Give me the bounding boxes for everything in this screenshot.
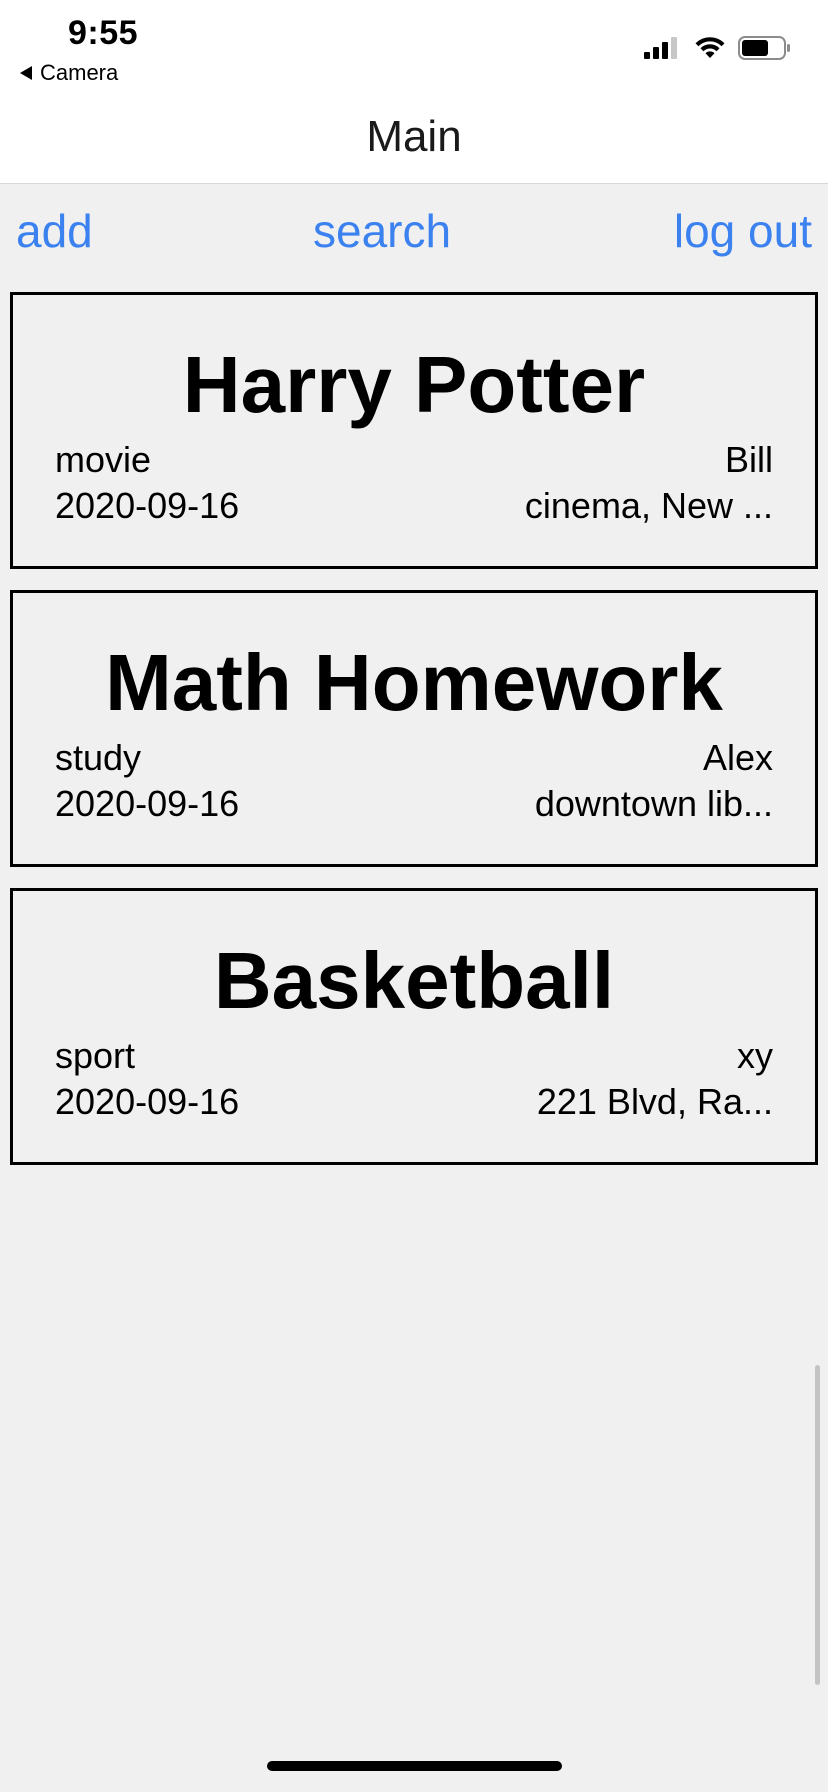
signal-icon	[644, 37, 677, 59]
card-category: sport	[55, 1035, 136, 1076]
activity-card[interactable]: Basketball sport 2020-09-16 xy 221 Blvd,…	[10, 888, 818, 1165]
card-location: cinema, New ...	[524, 485, 773, 526]
navigation-bar: Main	[0, 92, 828, 184]
back-app-label: Camera	[40, 60, 119, 85]
add-button[interactable]: add	[16, 204, 93, 258]
card-date: 2020-09-16	[55, 1081, 240, 1122]
scroll-indicator[interactable]	[815, 1365, 820, 1685]
toolbar: add search log out	[0, 184, 828, 276]
wifi-icon	[695, 37, 725, 58]
home-indicator[interactable]	[267, 1761, 562, 1771]
search-button[interactable]: search	[313, 204, 451, 258]
card-person: Alex	[702, 737, 773, 778]
status-bar: 9:55 Camera	[0, 0, 828, 92]
activity-card[interactable]: Math Homework study 2020-09-16 Alex down…	[10, 590, 818, 867]
card-date: 2020-09-16	[55, 783, 240, 824]
card-location: downtown lib...	[534, 783, 773, 824]
card-person: xy	[737, 1035, 773, 1076]
page-title: Main	[366, 112, 462, 161]
card-person: Bill	[724, 439, 773, 480]
card-title: Harry Potter	[182, 340, 646, 429]
card-category: study	[55, 737, 142, 778]
card-date: 2020-09-16	[55, 485, 240, 526]
status-time: 9:55	[68, 14, 139, 52]
card-title: Basketball	[213, 936, 615, 1025]
battery-icon	[738, 36, 790, 60]
activity-card[interactable]: Harry Potter movie 2020-09-16 Bill cinem…	[10, 292, 818, 569]
card-location: 221 Blvd, Ra...	[536, 1081, 773, 1122]
log-out-button[interactable]: log out	[674, 204, 812, 258]
status-icons	[644, 36, 792, 60]
card-category: movie	[55, 439, 152, 480]
activity-list: Harry Potter movie 2020-09-16 Bill cinem…	[10, 292, 818, 1186]
card-title: Math Homework	[105, 638, 723, 727]
back-to-app-link[interactable]: Camera	[20, 60, 118, 86]
back-triangle-icon	[20, 66, 32, 80]
